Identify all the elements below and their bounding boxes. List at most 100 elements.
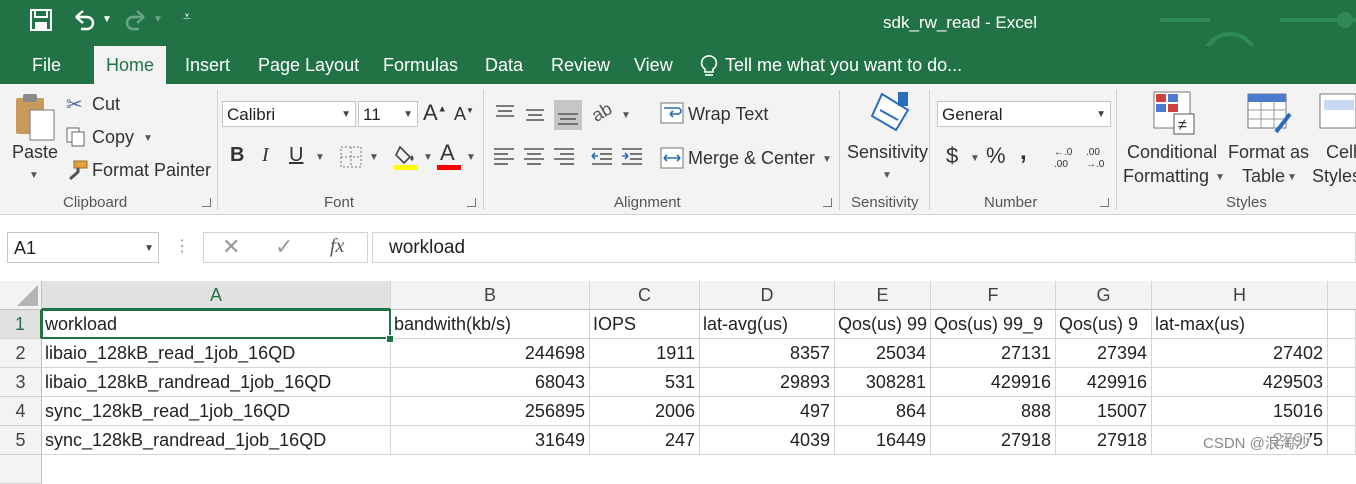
cell-f3[interactable]: 429916	[931, 368, 1056, 397]
merge-center-dropdown-icon[interactable]: ▼	[822, 154, 832, 165]
column-header-c[interactable]: C	[590, 281, 700, 310]
number-launcher-icon[interactable]	[1100, 198, 1109, 207]
format-as-table-label-1[interactable]: Format as	[1228, 142, 1309, 163]
merge-center-button[interactable]: Merge & Center	[688, 148, 815, 169]
cell-c2[interactable]: 1911	[590, 339, 700, 368]
cell-b2[interactable]: 244698	[391, 339, 590, 368]
sensitivity-button[interactable]: Sensitivity	[847, 142, 928, 163]
paste-button[interactable]: Paste	[12, 142, 58, 163]
row-header-2[interactable]: 2	[0, 339, 42, 368]
cut-button[interactable]: Cut	[92, 94, 120, 115]
cell-styles-label-2[interactable]: Styles	[1312, 166, 1356, 187]
font-name-combobox[interactable]: Calibri ▼	[222, 101, 356, 127]
number-format-combobox[interactable]: General ▼	[937, 101, 1111, 127]
conditional-formatting-label-1[interactable]: Conditional	[1127, 142, 1217, 163]
conditional-formatting-label-2[interactable]: Formatting	[1123, 166, 1209, 187]
row-header-1[interactable]: 1	[0, 310, 42, 339]
bold-button[interactable]: B	[230, 144, 244, 167]
cell-d4[interactable]: 497	[700, 397, 835, 426]
cell-h1[interactable]: lat-max(us)	[1152, 310, 1328, 339]
format-as-table-icon[interactable]	[1246, 92, 1292, 136]
italic-button[interactable]: I	[262, 144, 269, 167]
tell-me-search[interactable]: Tell me what you want to do...	[725, 46, 962, 84]
redo-dropdown-icon[interactable]: ▼	[153, 14, 163, 25]
tab-view[interactable]: View	[634, 46, 673, 84]
cell-c1[interactable]: IOPS	[590, 310, 700, 339]
column-header-h[interactable]: H	[1152, 281, 1328, 310]
format-painter-icon[interactable]	[66, 160, 88, 180]
tab-home[interactable]: Home	[94, 46, 167, 84]
tab-formulas[interactable]: Formulas	[383, 46, 458, 84]
copy-dropdown-icon[interactable]: ▼	[143, 133, 153, 144]
borders-dropdown-icon[interactable]: ▼	[369, 152, 379, 163]
sensitivity-dropdown-icon[interactable]: ▼	[882, 170, 892, 181]
sensitivity-icon[interactable]	[868, 90, 912, 136]
column-header-i[interactable]	[1328, 281, 1356, 310]
cell-d5[interactable]: 4039	[700, 426, 835, 455]
cell-e5[interactable]: 16449	[835, 426, 931, 455]
cell-f4[interactable]: 888	[931, 397, 1056, 426]
cell-b5[interactable]: 31649	[391, 426, 590, 455]
row-header-6[interactable]	[0, 455, 42, 484]
cell-h2[interactable]: 27402	[1152, 339, 1328, 368]
cell-g3[interactable]: 429916	[1056, 368, 1152, 397]
cell-f1[interactable]: Qos(us) 99_9	[931, 310, 1056, 339]
cut-icon[interactable]: ✂	[66, 92, 83, 117]
cell-h4[interactable]: 15016	[1152, 397, 1328, 426]
cell-f5[interactable]: 27918	[931, 426, 1056, 455]
paste-icon[interactable]	[12, 90, 58, 142]
cell-c4[interactable]: 2006	[590, 397, 700, 426]
tab-file[interactable]: File	[32, 46, 61, 84]
column-header-a[interactable]: A	[42, 281, 391, 310]
tab-page-layout[interactable]: Page Layout	[258, 46, 359, 84]
row-header-5[interactable]: 5	[0, 426, 42, 455]
underline-button[interactable]: U	[289, 144, 303, 167]
font-color-icon[interactable]: A	[440, 140, 455, 166]
cell-g4[interactable]: 15007	[1056, 397, 1152, 426]
wrap-text-button[interactable]: Wrap Text	[688, 104, 768, 125]
paste-dropdown-icon[interactable]: ▼	[29, 170, 39, 181]
cell-styles-label-1[interactable]: Cell	[1326, 142, 1356, 163]
column-header-b[interactable]: B	[391, 281, 590, 310]
cell-i2[interactable]	[1328, 339, 1356, 368]
column-header-e[interactable]: E	[835, 281, 931, 310]
cell-a5[interactable]: sync_128kB_randread_1job_16QD	[42, 426, 391, 455]
select-all-button[interactable]	[0, 281, 42, 310]
copy-icon[interactable]	[66, 127, 86, 147]
cell-f2[interactable]: 27131	[931, 339, 1056, 368]
column-header-f[interactable]: F	[931, 281, 1056, 310]
alignment-launcher-icon[interactable]	[823, 198, 832, 207]
column-header-d[interactable]: D	[700, 281, 835, 310]
font-color-dropdown-icon[interactable]: ▼	[466, 152, 476, 163]
comma-style-button[interactable]: ,	[1020, 138, 1027, 166]
row-header-3[interactable]: 3	[0, 368, 42, 397]
orientation-dropdown-icon[interactable]: ▼	[621, 110, 631, 121]
customize-toolbar-icon[interactable]: ⩡	[183, 8, 191, 25]
insert-function-button[interactable]: fx	[330, 235, 344, 258]
format-painter-button[interactable]: Format Painter	[92, 160, 211, 181]
font-size-combobox[interactable]: 11 ▼	[358, 101, 418, 127]
tab-data[interactable]: Data	[485, 46, 523, 84]
cell-e3[interactable]: 308281	[835, 368, 931, 397]
cell-d3[interactable]: 29893	[700, 368, 835, 397]
cell-a4[interactable]: sync_128kB_read_1job_16QD	[42, 397, 391, 426]
undo-icon[interactable]	[72, 9, 96, 31]
currency-dropdown-icon[interactable]: ▼	[970, 153, 980, 164]
cell-e4[interactable]: 864	[835, 397, 931, 426]
cell-d2[interactable]: 8357	[700, 339, 835, 368]
cancel-icon[interactable]: ✕	[222, 234, 240, 260]
name-box[interactable]: A1 ▼	[7, 232, 159, 263]
enter-icon[interactable]: ✓	[275, 234, 293, 260]
decrease-font-size-icon[interactable]: A▼	[454, 104, 474, 125]
wrap-text-icon[interactable]	[660, 102, 684, 124]
fill-color-dropdown-icon[interactable]: ▼	[423, 152, 433, 163]
borders-icon[interactable]	[340, 146, 362, 168]
decimal-buttons[interactable]: ←.0 .00 .00 →.0	[1052, 144, 1110, 170]
cell-g1[interactable]: Qos(us) 9	[1056, 310, 1152, 339]
merge-center-icon[interactable]	[660, 147, 684, 169]
undo-dropdown-icon[interactable]: ▼	[102, 14, 112, 25]
column-header-g[interactable]: G	[1056, 281, 1152, 310]
cell-c3[interactable]: 531	[590, 368, 700, 397]
cell-a3[interactable]: libaio_128kB_randread_1job_16QD	[42, 368, 391, 397]
cell-e2[interactable]: 25034	[835, 339, 931, 368]
